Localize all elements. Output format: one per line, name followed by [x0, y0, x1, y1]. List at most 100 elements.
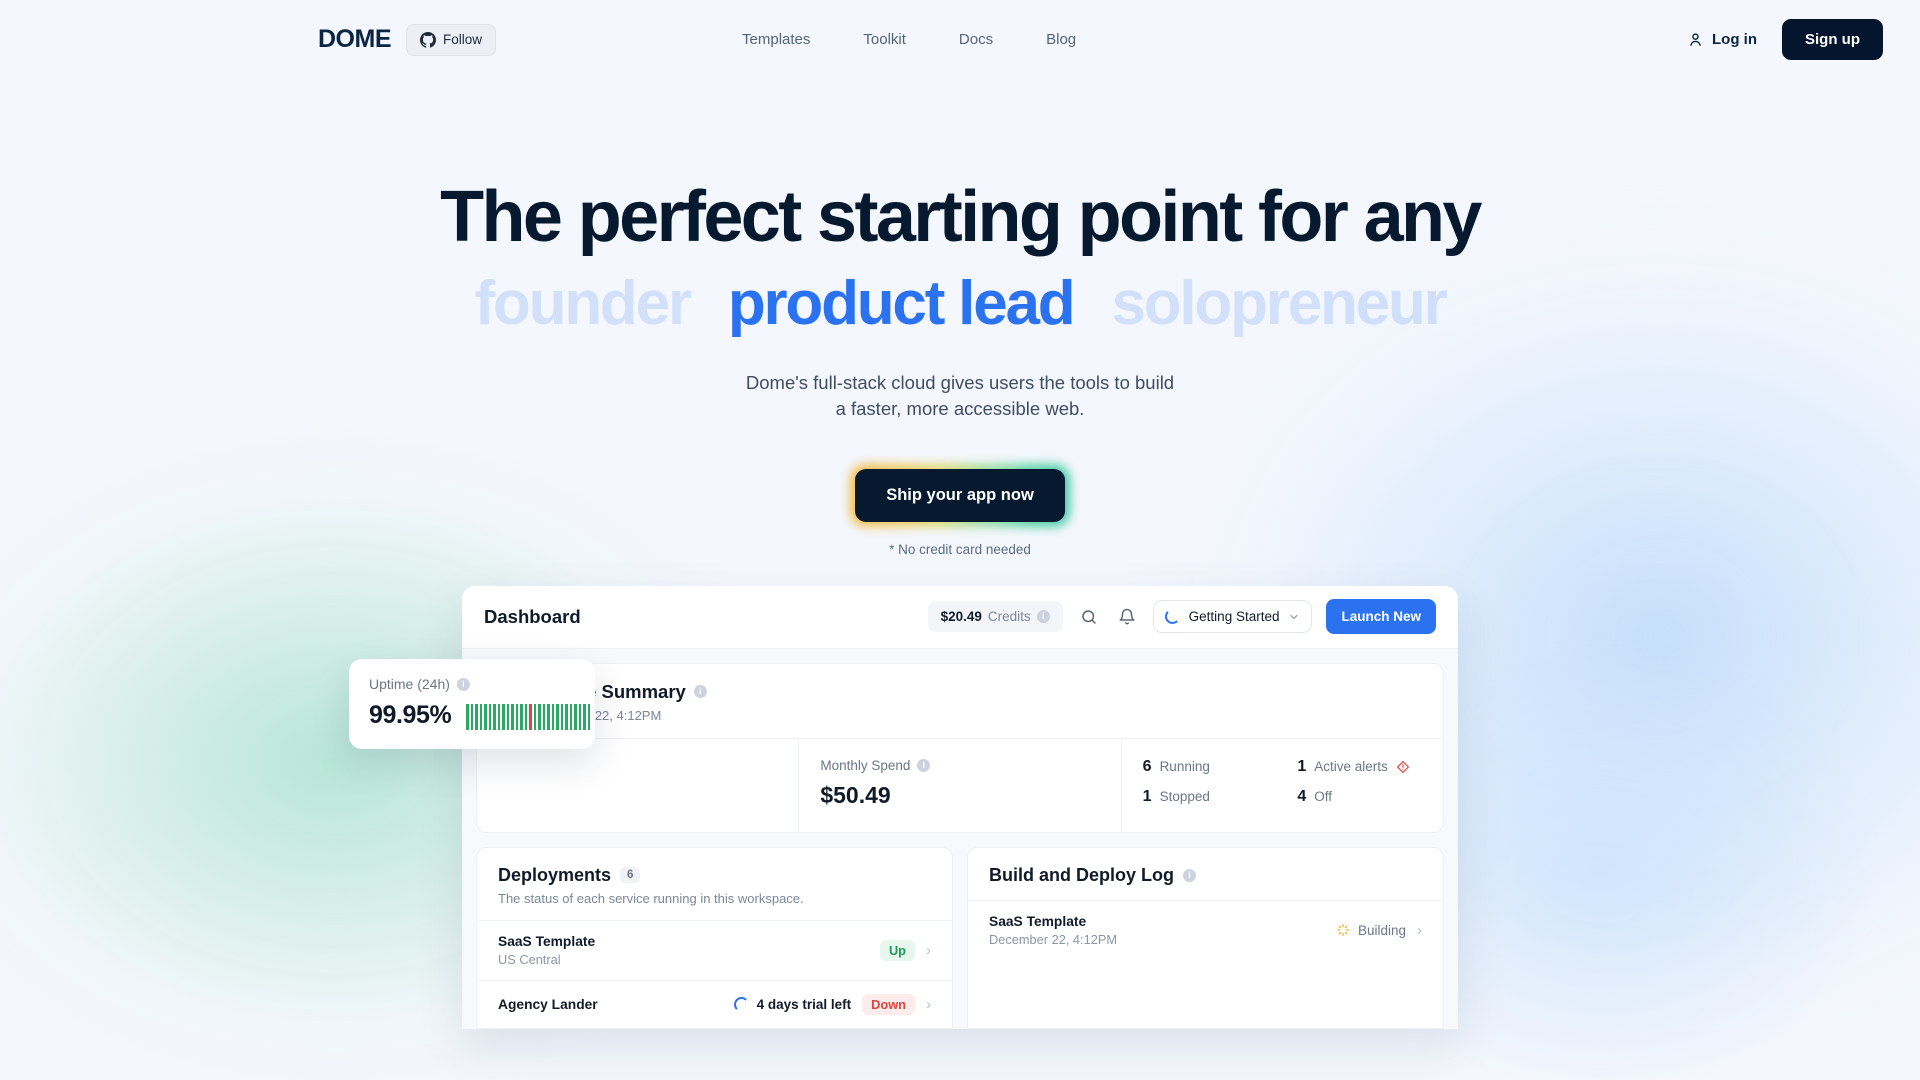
auth-group: Log in Sign up [1687, 19, 1883, 60]
count-running: 6 Running [1143, 758, 1268, 776]
uptime-value: 99.95% [369, 701, 452, 729]
info-icon[interactable]: i [1036, 610, 1050, 624]
hero-headline: The perfect starting point for any [440, 177, 1482, 257]
status-badge: Up [879, 939, 915, 961]
deployments-subtitle: The status of each service running in th… [498, 890, 804, 906]
dashboard-panels: Deployments 6 The status of each service… [476, 846, 1444, 1029]
nav-link-toolkit[interactable]: Toolkit [863, 31, 906, 48]
status-badge: Down [862, 993, 915, 1015]
deployment-name: Agency Lander [498, 996, 598, 1012]
build-info: SaaS Template December 22, 4:12PM [989, 914, 1117, 947]
no-credit-card-note: * No credit card needed [889, 541, 1031, 557]
table-row[interactable]: SaaS Template December 22, 4:12PM Buildi… [968, 899, 1443, 960]
nav-link-templates[interactable]: Templates [742, 31, 810, 48]
info-icon[interactable]: i [456, 677, 470, 691]
workspace-picker[interactable]: Getting Started [1152, 600, 1313, 634]
count-stopped: 1 Stopped [1143, 788, 1268, 806]
monthly-spend-label-row: Monthly Spend i [820, 758, 1099, 773]
build-timestamp: December 22, 4:12PM [989, 931, 1118, 947]
hero-subtitle-line2: a faster, more accessible web. [835, 398, 1085, 420]
count-label: Off [1314, 789, 1332, 805]
alert-diamond-icon [1396, 760, 1409, 773]
build-state: Building [1336, 923, 1406, 938]
follow-label: Follow [443, 32, 483, 47]
stat-cell-status-counts: 6 Running 1 Active alerts 1 Stopped 4 Of… [1122, 739, 1443, 832]
dashboard-toolbar: Dashboard $20.49 Credits i Getting Start… [462, 586, 1458, 649]
monthly-spend-label: Monthly Spend [820, 757, 911, 773]
build-deploy-log-panel: Build and Deploy Log i SaaS Template Dec… [967, 846, 1444, 1029]
stat-cell-monthly-spend: Monthly Spend i $50.49 [799, 738, 1122, 832]
build-log-title: Build and Deploy Log [989, 864, 1174, 885]
count-label: Running [1159, 759, 1210, 775]
workspace-title-row: Workspace Summary i [498, 681, 1422, 703]
loading-spinner-icon [1164, 609, 1180, 625]
chevron-right-icon[interactable]: › [926, 942, 931, 959]
workspace-summary-header: Workspace Summary i As of December 22, 4… [477, 664, 1443, 738]
chevron-right-icon[interactable]: › [926, 996, 931, 1013]
count-off: 4 Off [1297, 788, 1422, 806]
uptime-bar-chart [466, 704, 591, 730]
deployment-status-group: Up › [879, 939, 931, 961]
deployments-title-row: Deployments 6 [498, 865, 931, 886]
count-label: Stopped [1159, 789, 1210, 805]
build-state-label: Building [1357, 922, 1406, 938]
building-spinner-icon [1337, 924, 1349, 936]
nav-link-docs[interactable]: Docs [959, 31, 993, 48]
site-header: DOME Follow Templates Toolkit Docs Blog … [0, 0, 1920, 79]
trial-spinner-icon [733, 996, 749, 1012]
build-name: SaaS Template [989, 913, 1087, 929]
search-button[interactable] [1077, 605, 1101, 629]
count-active-alerts: 1 Active alerts [1297, 758, 1422, 776]
role-carousel-track: founder product lead solopreneur [474, 268, 1447, 339]
chevron-right-icon[interactable]: › [1417, 922, 1422, 939]
nav-link-blog[interactable]: Blog [1046, 31, 1076, 48]
signup-button[interactable]: Sign up [1782, 19, 1883, 60]
credits-amount: $20.49 [940, 609, 982, 625]
role-word-product-lead: product lead [727, 268, 1076, 338]
chevron-down-icon [1290, 614, 1299, 619]
build-log-header: Build and Deploy Log i [968, 848, 1443, 900]
ship-app-button[interactable]: Ship your app now [855, 468, 1065, 522]
monthly-spend-value: $50.49 [820, 781, 891, 808]
workspace-stats-row: Monthly Spend i $50.49 6 Running 1 Activ… [477, 737, 1443, 832]
role-word-founder: founder [474, 268, 692, 338]
deployments-header: Deployments 6 The status of each service… [477, 848, 952, 920]
trial-indicator: 4 days trial left [733, 996, 852, 1012]
info-icon[interactable]: i [917, 758, 931, 772]
table-row[interactable]: Agency Lander 4 days trial left Down › [477, 979, 952, 1028]
workspace-summary-subtitle: As of December 22, 4:12PM [498, 707, 662, 723]
build-log-title-row: Build and Deploy Log i [989, 865, 1422, 886]
status-counts-grid: 6 Running 1 Active alerts 1 Stopped 4 Of… [1143, 758, 1422, 806]
workspace-summary-card: Workspace Summary i As of December 22, 4… [476, 662, 1444, 833]
info-icon[interactable]: i [1183, 868, 1196, 882]
hero-subtitle-line1: Dome's full-stack cloud gives users the … [745, 372, 1175, 393]
deployments-panel: Deployments 6 The status of each service… [476, 846, 953, 1029]
main-nav: Templates Toolkit Docs Blog [742, 31, 1076, 48]
info-icon[interactable]: i [693, 685, 707, 699]
uptime-card: Uptime (24h) i 99.95% [349, 659, 595, 749]
stat-cell-uptime-placeholder [477, 738, 800, 832]
notifications-button[interactable] [1115, 605, 1139, 629]
login-label: Log in [1712, 31, 1757, 48]
workspace-picker-label: Getting Started [1188, 609, 1280, 625]
dashboard-tools: $20.49 Credits i Getting Started Launch … [927, 599, 1436, 635]
credits-chip[interactable]: $20.49 Credits i [927, 601, 1063, 633]
logo[interactable]: DOME [318, 25, 392, 54]
github-follow-button[interactable]: Follow [406, 23, 497, 56]
table-row[interactable]: SaaS Template US Central Up › [477, 919, 952, 980]
count-value: 4 [1297, 787, 1307, 805]
login-button[interactable]: Log in [1687, 31, 1757, 48]
count-value: 1 [1297, 757, 1307, 775]
cta-wrapper: Ship your app now [0, 464, 1920, 527]
deployment-info: SaaS Template US Central [498, 934, 595, 967]
trial-label: 4 days trial left [756, 996, 852, 1012]
search-icon [1081, 609, 1096, 624]
dashboard-preview: Dashboard $20.49 Credits i Getting Start… [462, 585, 1458, 1029]
deployment-region: US Central [498, 951, 561, 967]
dashboard-body: Workspace Summary i As of December 22, 4… [462, 648, 1458, 1029]
user-icon [1690, 33, 1701, 46]
dashboard-title: Dashboard [484, 605, 581, 627]
count-value: 6 [1142, 757, 1152, 775]
uptime-label: Uptime (24h) [369, 676, 450, 692]
launch-new-button[interactable]: Launch New [1326, 599, 1436, 635]
